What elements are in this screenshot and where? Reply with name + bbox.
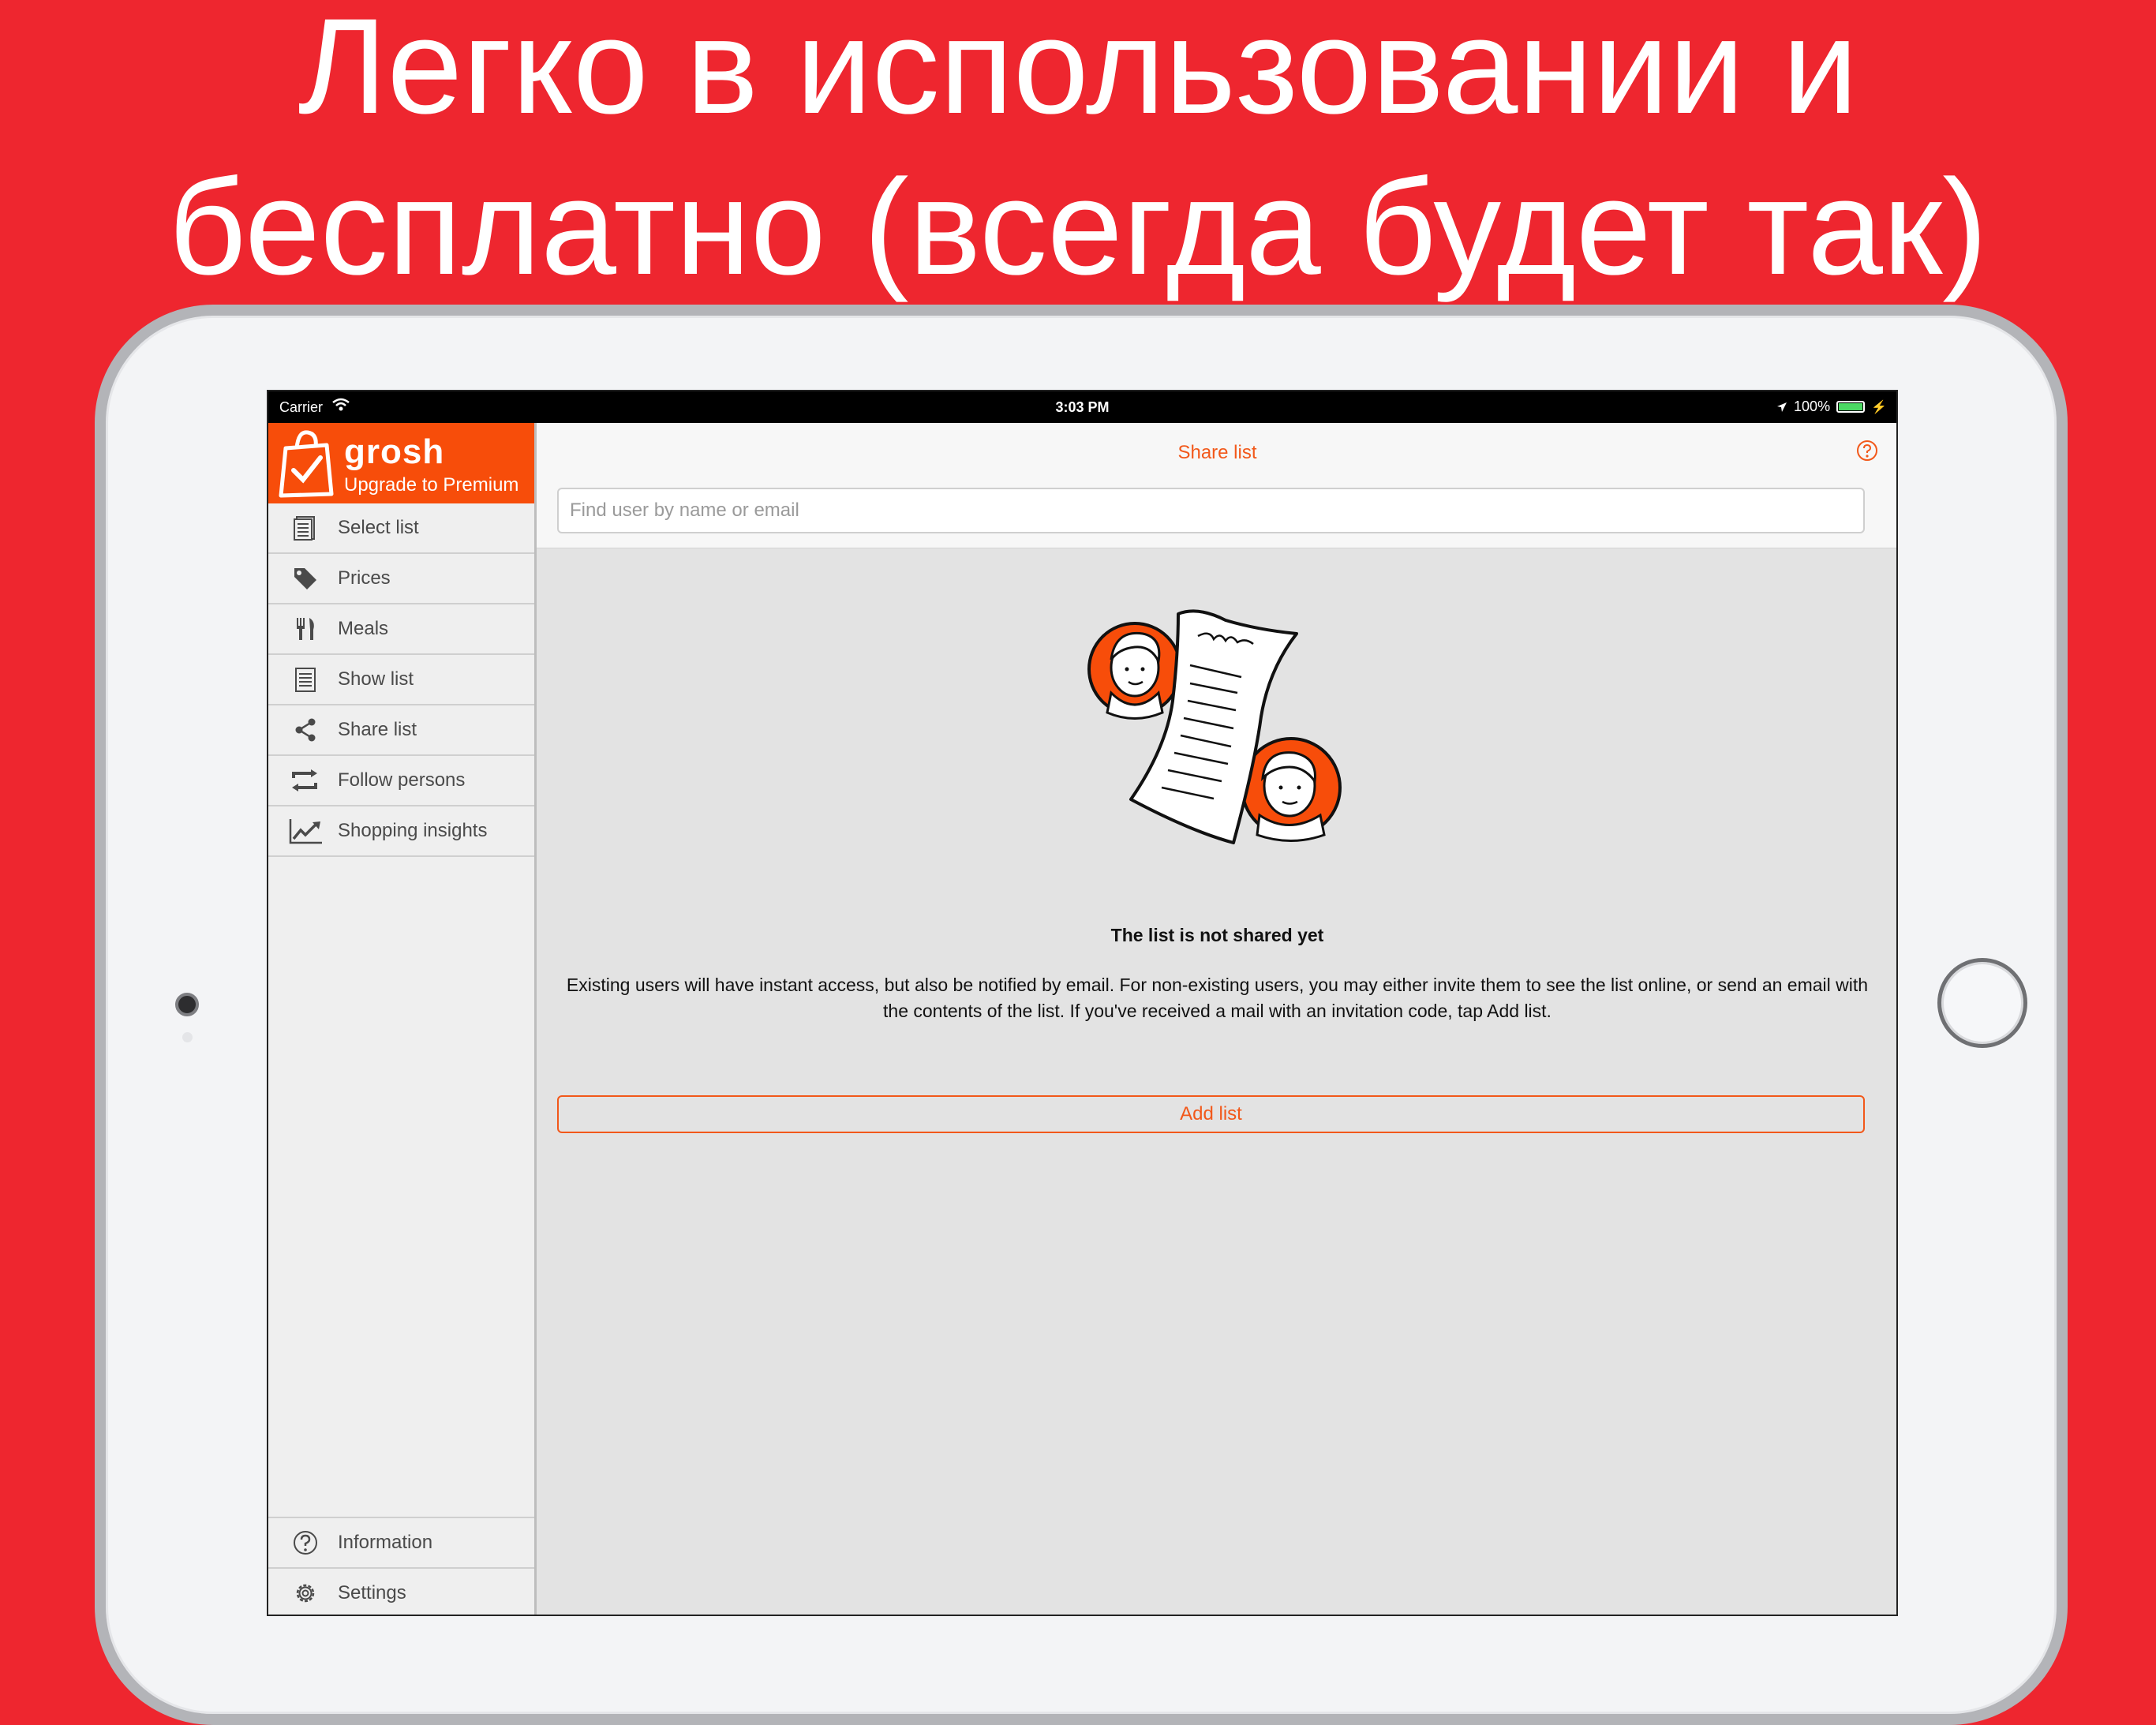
search-bar: [537, 488, 1896, 548]
sidebar-item-label: Meals: [338, 618, 389, 639]
search-input[interactable]: [557, 488, 1865, 533]
sidebar-item-show-list[interactable]: Show list: [268, 655, 534, 705]
list-document-icon: [295, 668, 316, 692]
trend-chart-icon: [289, 819, 322, 844]
main-content: Share list Find user by name or email Th…: [537, 423, 1896, 1615]
brand-name: grosh: [344, 432, 445, 471]
sidebar: grosh Upgrade to Premium Select list Pri…: [268, 423, 537, 1615]
empty-state-title: The list is not shared yet: [1110, 925, 1324, 945]
sidebar-item-prices[interactable]: Prices: [268, 554, 534, 604]
repeat-arrows-icon: [292, 769, 317, 791]
upgrade-premium-link[interactable]: Upgrade to Premium: [344, 474, 518, 496]
list-document-icon: [294, 516, 315, 541]
sidebar-item-select-list[interactable]: Select list: [268, 503, 534, 554]
sidebar-item-shopping-insights[interactable]: Shopping insights: [268, 806, 534, 857]
battery-icon: [1836, 401, 1866, 413]
home-button[interactable]: [1937, 958, 2027, 1048]
share-list-illustration: [1087, 609, 1342, 844]
sidebar-item-meals[interactable]: Meals: [268, 604, 534, 655]
sidebar-bottom-menu: Information Settings: [268, 1517, 534, 1615]
sidebar-item-label: Information: [338, 1532, 433, 1553]
sidebar-item-share-list[interactable]: Share list: [268, 705, 534, 756]
sidebar-item-label: Follow persons: [338, 769, 466, 791]
price-tag-icon: [294, 568, 316, 589]
headline-line-1: Легко в использовании и: [298, 0, 1858, 142]
nav-bar: Share list: [537, 423, 1896, 488]
status-time: 3:03 PM: [1055, 399, 1110, 415]
sidebar-item-follow-persons[interactable]: Follow persons: [268, 756, 534, 806]
sidebar-item-label: Settings: [338, 1582, 406, 1603]
location-arrow-icon: [1777, 402, 1787, 412]
headline-line-2: бесплатно (всегда будет так): [168, 152, 1988, 303]
brand-header[interactable]: grosh Upgrade to Premium: [268, 423, 534, 503]
shopping-bag-check-icon: [279, 430, 334, 498]
sidebar-item-label: Share list: [338, 719, 417, 740]
status-bar: Carrier 3:03 PM 100% ⚡: [268, 391, 1896, 423]
light-sensor: [182, 1032, 193, 1042]
help-icon[interactable]: [1855, 439, 1879, 462]
add-list-button[interactable]: Add list: [557, 1095, 1865, 1133]
question-icon: [294, 1531, 317, 1555]
app-screen: Carrier 3:03 PM 100% ⚡ grosh Upgrade to …: [267, 390, 1898, 1616]
empty-state-description: Existing users will have instant access,…: [566, 975, 1869, 1021]
charging-bolt-icon: ⚡: [1871, 400, 1887, 414]
sidebar-item-information[interactable]: Information: [268, 1518, 534, 1569]
sidebar-item-label: Prices: [338, 567, 391, 589]
page-title: Share list: [1177, 442, 1257, 463]
status-right: 100% ⚡: [1776, 399, 1887, 415]
share-icon: [295, 718, 316, 742]
battery-fill: [1839, 403, 1863, 410]
sidebar-item-label: Select list: [338, 517, 419, 538]
battery-percent: 100%: [1794, 399, 1831, 414]
fork-knife-icon: [297, 618, 314, 640]
sidebar-item-label: Shopping insights: [338, 820, 488, 841]
sidebar-item-label: Show list: [338, 668, 414, 690]
sidebar-item-settings[interactable]: Settings: [268, 1569, 534, 1615]
front-camera: [175, 993, 199, 1016]
gear-icon: [296, 1584, 315, 1603]
